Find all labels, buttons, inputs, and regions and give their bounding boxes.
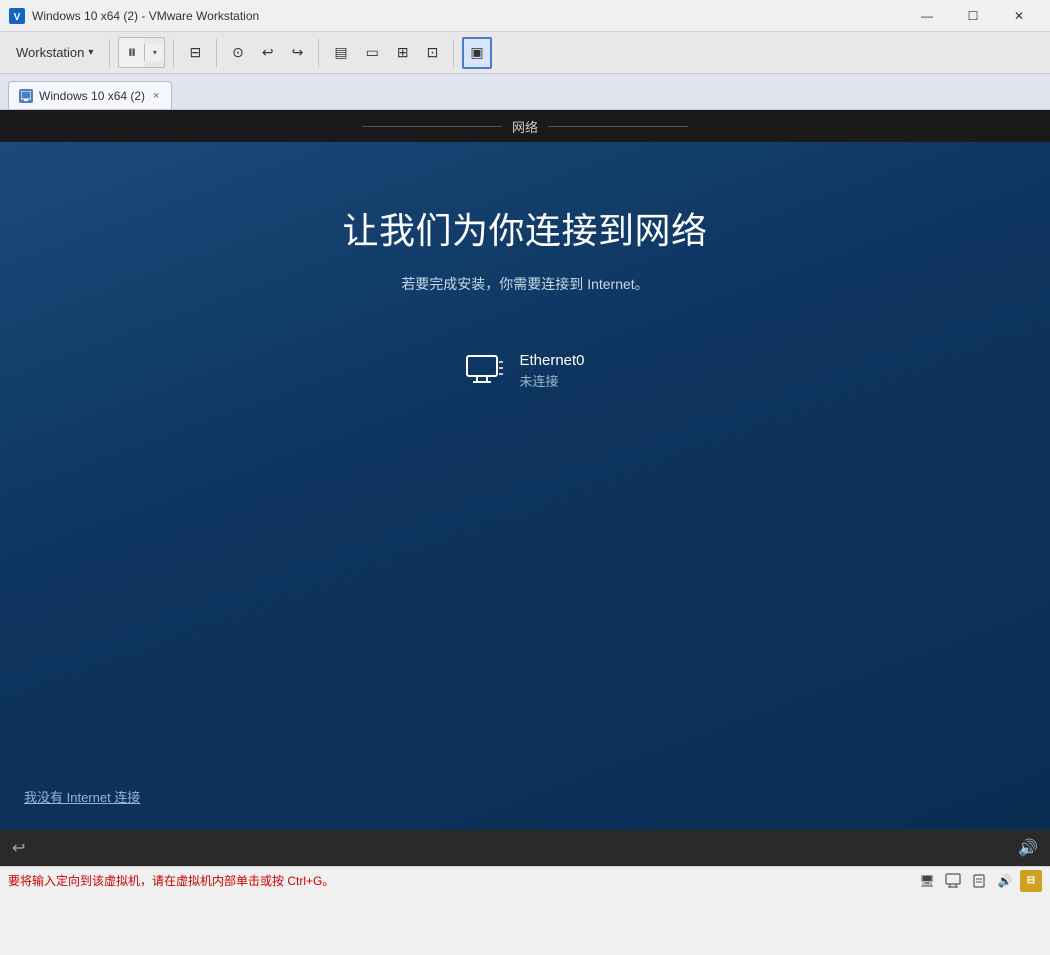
vm-screen[interactable]: 让我们为你连接到网络 若要完成安装，你需要连接到 Internet。 Ether… bbox=[0, 142, 1050, 830]
title-bar: V Windows 10 x64 (2) - VMware Workstatio… bbox=[0, 0, 1050, 32]
library-icon: ▤ bbox=[334, 44, 347, 61]
toolbar: Workstation ▾ ⏸ ▾ ⊟ ⊙ ↩ ↪ ▤ ▭ ⊞ ⊡ ▣ bbox=[0, 32, 1050, 74]
vmnetwork-button[interactable]: ⊟ bbox=[182, 37, 208, 69]
network-status: 未连接 bbox=[519, 371, 584, 390]
vm-tab[interactable]: Windows 10 x64 (2) × bbox=[8, 81, 172, 109]
vm-bottom-bar: ↩ 🔊 bbox=[0, 830, 1050, 866]
snapshot-revert-icon: ↩ bbox=[262, 44, 274, 61]
snapshot-take-icon: ⊙ bbox=[232, 44, 244, 61]
pause-icon: ⏸ bbox=[127, 42, 136, 63]
separator-1 bbox=[109, 39, 110, 67]
status-text: 要将输入定向到该虚拟机，请在虚拟机内部单击或按 Ctrl+G。 bbox=[8, 872, 916, 889]
tab-label: Windows 10 x64 (2) bbox=[39, 89, 145, 103]
tabs-button[interactable]: ⊞ bbox=[390, 37, 416, 69]
status-usb-icon[interactable] bbox=[968, 870, 990, 892]
status-bar: 要将输入定向到该虚拟机，请在虚拟机内部单击或按 Ctrl+G。 🖥 🔊 ⊟ bbox=[0, 866, 1050, 894]
header-line-right bbox=[548, 126, 688, 127]
status-settings-icon[interactable]: ⊟ bbox=[1020, 870, 1042, 892]
network-icon: ⊟ bbox=[189, 44, 201, 61]
svg-text:V: V bbox=[14, 12, 21, 23]
tab-close-button[interactable]: × bbox=[151, 90, 161, 102]
separator-2 bbox=[173, 39, 174, 67]
minimize-button[interactable]: — bbox=[904, 0, 950, 32]
status-network-icon[interactable] bbox=[942, 870, 964, 892]
status-audio-icon[interactable]: 🔊 bbox=[994, 870, 1016, 892]
app-icon: V bbox=[8, 7, 26, 25]
header-line-left bbox=[362, 126, 502, 127]
console-icon: ▭ bbox=[366, 44, 379, 61]
tabs-icon: ⊞ bbox=[397, 44, 409, 61]
window-controls: — ☐ ✕ bbox=[904, 0, 1042, 32]
vm-audio-icon[interactable]: 🔊 bbox=[1018, 838, 1038, 858]
vm-subtitle: 若要完成安装，你需要连接到 Internet。 bbox=[401, 274, 648, 294]
power-dropdown-arrow-icon: ▾ bbox=[153, 48, 157, 57]
separator-5 bbox=[453, 39, 454, 67]
network-name: Ethernet0 bbox=[519, 352, 584, 369]
snapshot-take-button[interactable]: ⊙ bbox=[225, 37, 251, 69]
vm-viewport-header: 网络 bbox=[0, 110, 1050, 142]
vm-header-label: 网络 bbox=[512, 117, 538, 136]
maximize-button[interactable]: ☐ bbox=[950, 0, 996, 32]
workstation-label: Workstation bbox=[16, 45, 84, 60]
no-internet-link[interactable]: 我没有 Internet 连接 bbox=[24, 787, 140, 806]
vm-main-title: 让我们为你连接到网络 bbox=[342, 202, 707, 254]
tab-vm-icon bbox=[19, 89, 33, 103]
fullscreen-button[interactable]: ▣ bbox=[462, 37, 491, 69]
status-icons: 🖥 🔊 ⊟ bbox=[916, 870, 1042, 892]
power-dropdown-button[interactable]: ▾ bbox=[144, 44, 164, 61]
window-title: Windows 10 x64 (2) - VMware Workstation bbox=[32, 9, 904, 23]
stretch-icon: ⊡ bbox=[427, 44, 439, 61]
close-button[interactable]: ✕ bbox=[996, 0, 1042, 32]
stretch-button[interactable]: ⊡ bbox=[420, 37, 446, 69]
tab-bar: Windows 10 x64 (2) × bbox=[0, 74, 1050, 110]
separator-4 bbox=[318, 39, 319, 67]
ethernet-icon bbox=[465, 354, 505, 386]
power-button[interactable]: ⏸ bbox=[119, 38, 144, 67]
power-button-group: ⏸ ▾ bbox=[118, 37, 165, 68]
network-adapter-item[interactable]: Ethernet0 未连接 bbox=[449, 344, 600, 398]
network-info: Ethernet0 未连接 bbox=[519, 352, 584, 390]
workstation-dropdown-arrow: ▾ bbox=[88, 47, 93, 58]
status-display-icon[interactable]: 🖥 bbox=[916, 870, 938, 892]
snapshot-revert-button[interactable]: ↩ bbox=[255, 37, 281, 69]
separator-3 bbox=[216, 39, 217, 67]
vm-back-icon[interactable]: ↩ bbox=[12, 838, 25, 858]
snapshot-manager-button[interactable]: ↪ bbox=[285, 37, 311, 69]
workstation-menu-button[interactable]: Workstation ▾ bbox=[8, 41, 101, 64]
console-button[interactable]: ▭ bbox=[359, 37, 386, 69]
fullscreen-icon: ▣ bbox=[470, 44, 483, 61]
library-button[interactable]: ▤ bbox=[327, 37, 354, 69]
snapshot-manager-icon: ↪ bbox=[292, 44, 304, 61]
